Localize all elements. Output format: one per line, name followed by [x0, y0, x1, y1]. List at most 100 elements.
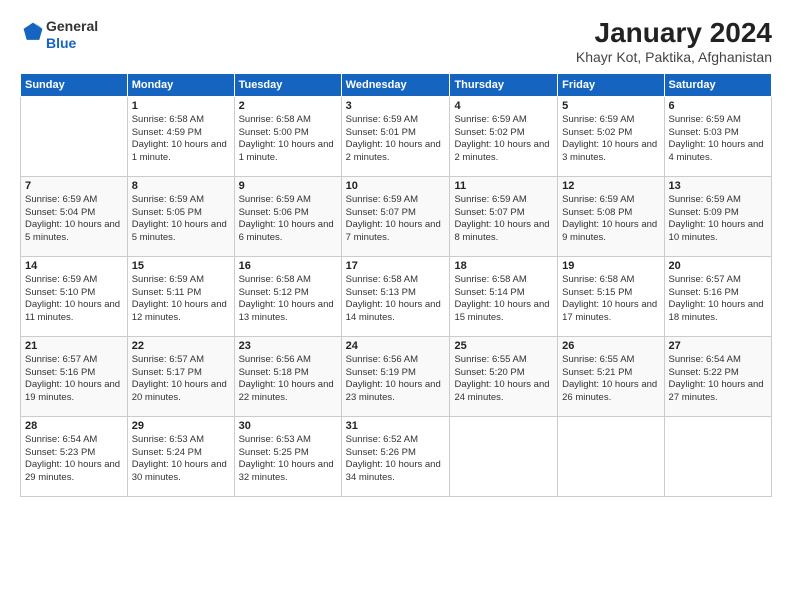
day-detail: Sunrise: 6:59 AMSunset: 5:02 PMDaylight:… — [454, 114, 549, 163]
day-number: 8 — [132, 180, 230, 192]
calendar-cell: 16 Sunrise: 6:58 AMSunset: 5:12 PMDayligh… — [234, 256, 341, 336]
day-number: 11 — [454, 180, 553, 192]
day-detail: Sunrise: 6:53 AMSunset: 5:25 PMDaylight:… — [239, 434, 334, 483]
day-detail: Sunrise: 6:57 AMSunset: 5:17 PMDaylight:… — [132, 354, 227, 403]
calendar-cell: 10 Sunrise: 6:59 AMSunset: 5:07 PMDayligh… — [341, 176, 450, 256]
calendar-body: 1Sunrise: 6:58 AMSunset: 4:59 PMDaylight… — [21, 96, 772, 496]
day-detail: Sunrise: 6:59 AMSunset: 5:11 PMDaylight:… — [132, 274, 227, 323]
day-detail: Sunrise: 6:59 AMSunset: 5:07 PMDaylight:… — [454, 194, 549, 243]
calendar-cell: 18 Sunrise: 6:58 AMSunset: 5:14 PMDayligh… — [450, 256, 558, 336]
day-number: 19 — [562, 260, 659, 272]
day-detail: Sunrise: 6:58 AMSunset: 5:14 PMDaylight:… — [454, 274, 549, 323]
calendar-cell: 14 Sunrise: 6:59 AMSunset: 5:10 PMDayligh… — [21, 256, 128, 336]
day-detail: Sunrise: 6:59 AMSunset: 5:10 PMDaylight:… — [25, 274, 120, 323]
day-number: 30 — [239, 420, 337, 432]
day-number: 26 — [562, 340, 659, 352]
title-block: January 2024 Khayr Kot, Paktika, Afghani… — [576, 18, 772, 65]
weekday-header-friday: Friday — [558, 73, 664, 96]
page-subtitle: Khayr Kot, Paktika, Afghanistan — [576, 49, 772, 65]
calendar-cell: 9 Sunrise: 6:59 AMSunset: 5:06 PMDaylight… — [234, 176, 341, 256]
day-detail: Sunrise: 6:54 AMSunset: 5:22 PMDaylight:… — [669, 354, 764, 403]
day-detail: Sunrise: 6:57 AMSunset: 5:16 PMDaylight:… — [25, 354, 120, 403]
day-detail: Sunrise: 6:59 AMSunset: 5:02 PMDaylight:… — [562, 114, 657, 163]
calendar-cell — [21, 96, 128, 176]
day-detail: Sunrise: 6:58 AMSunset: 5:00 PMDaylight:… — [239, 114, 334, 163]
day-number: 18 — [454, 260, 553, 272]
calendar-cell: 5 Sunrise: 6:59 AMSunset: 5:02 PMDaylight… — [558, 96, 664, 176]
calendar-cell: 12 Sunrise: 6:59 AMSunset: 5:08 PMDayligh… — [558, 176, 664, 256]
day-detail: Sunrise: 6:59 AMSunset: 5:05 PMDaylight:… — [132, 194, 227, 243]
day-number: 7 — [25, 180, 123, 192]
day-number: 2 — [239, 100, 337, 112]
calendar-cell: 25Sunrise: 6:55 AMSunset: 5:20 PMDayligh… — [450, 336, 558, 416]
calendar-cell: 27 Sunrise: 6:54 AMSunset: 5:22 PMDayligh… — [664, 336, 771, 416]
calendar-page: General Blue January 2024 Khayr Kot, Pak… — [0, 0, 792, 612]
day-number: 28 — [25, 420, 123, 432]
day-number: 23 — [239, 340, 337, 352]
day-number: 13 — [669, 180, 767, 192]
day-detail: Sunrise: 6:53 AMSunset: 5:24 PMDaylight:… — [132, 434, 227, 483]
logo-icon — [22, 21, 44, 43]
calendar-cell: 22 Sunrise: 6:57 AMSunset: 5:17 PMDayligh… — [127, 336, 234, 416]
day-number: 16 — [239, 260, 337, 272]
day-number: 20 — [669, 260, 767, 272]
calendar-cell: 7Sunrise: 6:59 AMSunset: 5:04 PMDaylight… — [21, 176, 128, 256]
weekday-header-sunday: Sunday — [21, 73, 128, 96]
day-number: 4 — [454, 100, 553, 112]
day-detail: Sunrise: 6:58 AMSunset: 5:12 PMDaylight:… — [239, 274, 334, 323]
day-detail: Sunrise: 6:54 AMSunset: 5:23 PMDaylight:… — [25, 434, 120, 483]
calendar-cell: 31 Sunrise: 6:52 AMSunset: 5:26 PMDayligh… — [341, 416, 450, 496]
calendar-cell: 4 Sunrise: 6:59 AMSunset: 5:02 PMDaylight… — [450, 96, 558, 176]
week-row-2: 14 Sunrise: 6:59 AMSunset: 5:10 PMDayligh… — [21, 256, 772, 336]
calendar-cell: 15 Sunrise: 6:59 AMSunset: 5:11 PMDayligh… — [127, 256, 234, 336]
day-number: 6 — [669, 100, 767, 112]
day-detail: Sunrise: 6:58 AMSunset: 4:59 PMDaylight:… — [132, 114, 227, 163]
logo-blue-text: Blue — [46, 35, 98, 52]
calendar-cell: 21 Sunrise: 6:57 AMSunset: 5:16 PMDayligh… — [21, 336, 128, 416]
day-number: 31 — [346, 420, 446, 432]
calendar-cell: 3Sunrise: 6:59 AMSunset: 5:01 PMDaylight… — [341, 96, 450, 176]
day-detail: Sunrise: 6:59 AMSunset: 5:01 PMDaylight:… — [346, 114, 441, 163]
day-number: 17 — [346, 260, 446, 272]
calendar-cell: 11 Sunrise: 6:59 AMSunset: 5:07 PMDayligh… — [450, 176, 558, 256]
day-number: 21 — [25, 340, 123, 352]
day-detail: Sunrise: 6:55 AMSunset: 5:21 PMDaylight:… — [562, 354, 657, 403]
day-detail: Sunrise: 6:52 AMSunset: 5:26 PMDaylight:… — [346, 434, 441, 483]
calendar-cell: 29 Sunrise: 6:53 AMSunset: 5:24 PMDayligh… — [127, 416, 234, 496]
calendar-table: SundayMondayTuesdayWednesdayThursdayFrid… — [20, 73, 772, 497]
page-title: January 2024 — [576, 18, 772, 49]
week-row-1: 7Sunrise: 6:59 AMSunset: 5:04 PMDaylight… — [21, 176, 772, 256]
weekday-header-row: SundayMondayTuesdayWednesdayThursdayFrid… — [21, 73, 772, 96]
day-number: 14 — [25, 260, 123, 272]
calendar-cell: 23 Sunrise: 6:56 AMSunset: 5:18 PMDayligh… — [234, 336, 341, 416]
calendar-cell — [664, 416, 771, 496]
day-number: 29 — [132, 420, 230, 432]
calendar-cell: 13 Sunrise: 6:59 AMSunset: 5:09 PMDayligh… — [664, 176, 771, 256]
day-detail: Sunrise: 6:58 AMSunset: 5:13 PMDaylight:… — [346, 274, 441, 323]
weekday-header-tuesday: Tuesday — [234, 73, 341, 96]
day-detail: Sunrise: 6:58 AMSunset: 5:15 PMDaylight:… — [562, 274, 657, 323]
day-number: 22 — [132, 340, 230, 352]
week-row-0: 1Sunrise: 6:58 AMSunset: 4:59 PMDaylight… — [21, 96, 772, 176]
day-detail: Sunrise: 6:56 AMSunset: 5:18 PMDaylight:… — [239, 354, 334, 403]
calendar-cell — [450, 416, 558, 496]
calendar-cell: 20Sunrise: 6:57 AMSunset: 5:16 PMDayligh… — [664, 256, 771, 336]
day-detail: Sunrise: 6:59 AMSunset: 5:06 PMDaylight:… — [239, 194, 334, 243]
day-number: 27 — [669, 340, 767, 352]
calendar-cell: 19 Sunrise: 6:58 AMSunset: 5:15 PMDayligh… — [558, 256, 664, 336]
day-detail: Sunrise: 6:59 AMSunset: 5:08 PMDaylight:… — [562, 194, 657, 243]
calendar-cell: 26 Sunrise: 6:55 AMSunset: 5:21 PMDayligh… — [558, 336, 664, 416]
week-row-3: 21 Sunrise: 6:57 AMSunset: 5:16 PMDayligh… — [21, 336, 772, 416]
day-number: 9 — [239, 180, 337, 192]
day-number: 25 — [454, 340, 553, 352]
day-number: 15 — [132, 260, 230, 272]
calendar-cell: 24Sunrise: 6:56 AMSunset: 5:19 PMDayligh… — [341, 336, 450, 416]
day-detail: Sunrise: 6:59 AMSunset: 5:09 PMDaylight:… — [669, 194, 764, 243]
logo: General Blue — [20, 18, 98, 52]
day-detail: Sunrise: 6:59 AMSunset: 5:07 PMDaylight:… — [346, 194, 441, 243]
day-number: 12 — [562, 180, 659, 192]
day-number: 5 — [562, 100, 659, 112]
day-number: 10 — [346, 180, 446, 192]
weekday-header-thursday: Thursday — [450, 73, 558, 96]
calendar-cell: 17 Sunrise: 6:58 AMSunset: 5:13 PMDayligh… — [341, 256, 450, 336]
